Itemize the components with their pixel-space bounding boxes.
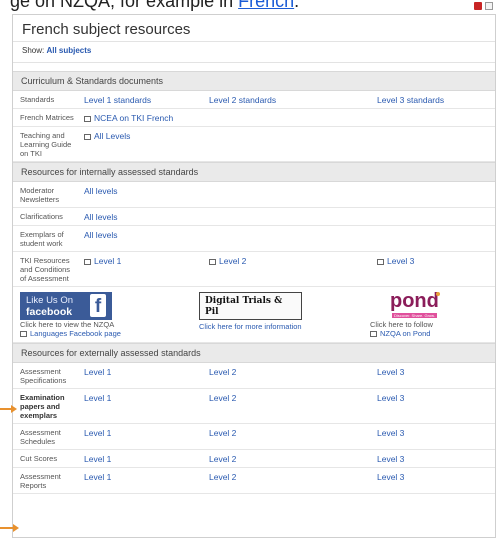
pointer-arrow [0, 405, 17, 413]
table-row: Exemplars of student work All levels [13, 225, 495, 252]
external-link-icon [84, 116, 91, 122]
digital-trials-banner[interactable]: Digital Trials & Pil [199, 292, 302, 320]
table-row: French Matrices NCEA on TKI French [13, 108, 495, 127]
exam-level-3-link[interactable]: Level 3 [377, 393, 404, 403]
pdf-icon[interactable] [474, 2, 482, 10]
level-3-standards-link[interactable]: Level 3 standards [377, 95, 444, 105]
facebook-banner[interactable]: Like Us On facebook f [20, 292, 112, 320]
schedule-level-1-link[interactable]: Level 1 [84, 428, 111, 438]
clarifications-link[interactable]: All levels [84, 212, 118, 222]
table-row: TKI Resources and Conditions of Assessme… [13, 251, 495, 287]
table-row: Cut Scores Level 1 Level 2 Level 3 [13, 449, 495, 468]
external-table: Assessment Specifications Level 1 Level … [13, 363, 495, 494]
schedule-level-2-link[interactable]: Level 2 [209, 428, 236, 438]
top-text-fragment: ge on NZQA, for example in French. [0, 0, 501, 12]
external-link-icon [377, 259, 384, 265]
document-icon[interactable] [485, 2, 493, 10]
french-resources-panel: French subject resources Show: All subje… [12, 14, 496, 538]
tki-level-1-link[interactable]: Level 1 [94, 256, 121, 266]
pond-logo[interactable]: pond Discover. Share. Grow. [370, 290, 442, 320]
level-2-standards-link[interactable]: Level 2 standards [209, 95, 276, 105]
spec-level-1-link[interactable]: Level 1 [84, 367, 111, 377]
spec-level-3-link[interactable]: Level 3 [377, 367, 404, 377]
cut-level-1-link[interactable]: Level 1 [84, 454, 111, 464]
table-row: Standards Level 1 standards Level 2 stan… [13, 91, 495, 109]
external-link-icon [20, 331, 27, 337]
exemplars-link[interactable]: All levels [84, 230, 118, 240]
facebook-icon: f [90, 294, 106, 317]
panel-title: French subject resources [22, 21, 191, 38]
section-internal: Resources for internally assessed standa… [13, 162, 495, 182]
show-filter: Show: All subjects [13, 41, 495, 63]
all-subjects-link[interactable]: All subjects [46, 46, 91, 55]
all-levels-link[interactable]: All Levels [94, 131, 130, 141]
report-level-2-link[interactable]: Level 2 [209, 472, 236, 482]
curriculum-table: Standards Level 1 standards Level 2 stan… [13, 91, 495, 162]
cut-level-2-link[interactable]: Level 2 [209, 454, 236, 464]
table-row: Assessment Specifications Level 1 Level … [13, 363, 495, 389]
report-level-3-link[interactable]: Level 3 [377, 472, 404, 482]
exam-level-1-link[interactable]: Level 1 [84, 393, 111, 403]
table-row: Clarifications All levels [13, 207, 495, 226]
external-link-icon [84, 259, 91, 265]
moderator-newsletters-link[interactable]: All levels [84, 186, 118, 196]
ncea-tki-french-link[interactable]: NCEA on TKI French [94, 113, 173, 123]
table-row: Assessment Schedules Level 1 Level 2 Lev… [13, 423, 495, 450]
table-row: Moderator Newsletters All levels [13, 182, 495, 208]
report-level-1-link[interactable]: Level 1 [84, 472, 111, 482]
external-link-icon [209, 259, 216, 265]
spec-level-2-link[interactable]: Level 2 [209, 367, 236, 377]
table-row: Examination papers and exemplars Level 1… [13, 388, 495, 424]
promo-row: Like Us On facebook f Click here to view… [13, 287, 495, 343]
external-link-icon [370, 331, 377, 337]
fragment-text: ge on NZQA, for example in [10, 0, 234, 11]
tki-level-3-link[interactable]: Level 3 [387, 256, 414, 266]
external-link-icon [84, 134, 91, 140]
schedule-level-3-link[interactable]: Level 3 [377, 428, 404, 438]
exam-level-2-link[interactable]: Level 2 [209, 393, 236, 403]
pointer-arrow [0, 524, 19, 532]
tki-level-2-link[interactable]: Level 2 [219, 256, 246, 266]
french-link[interactable]: French [238, 0, 294, 11]
section-external: Resources for externally assessed standa… [13, 343, 495, 363]
level-1-standards-link[interactable]: Level 1 standards [84, 95, 151, 105]
pond-link[interactable]: NZQA on Pond [380, 329, 430, 338]
table-row: Assessment Reports Level 1 Level 2 Level… [13, 467, 495, 494]
table-row: Teaching and Learning Guide on TKI All L… [13, 126, 495, 162]
facebook-page-link[interactable]: Languages Facebook page [30, 329, 121, 338]
cut-level-3-link[interactable]: Level 3 [377, 454, 404, 464]
internal-table: Moderator Newsletters All levels Clarifi… [13, 182, 495, 287]
more-information-link[interactable]: Click here for more information [199, 322, 302, 331]
section-curriculum: Curriculum & Standards documents [13, 71, 495, 91]
